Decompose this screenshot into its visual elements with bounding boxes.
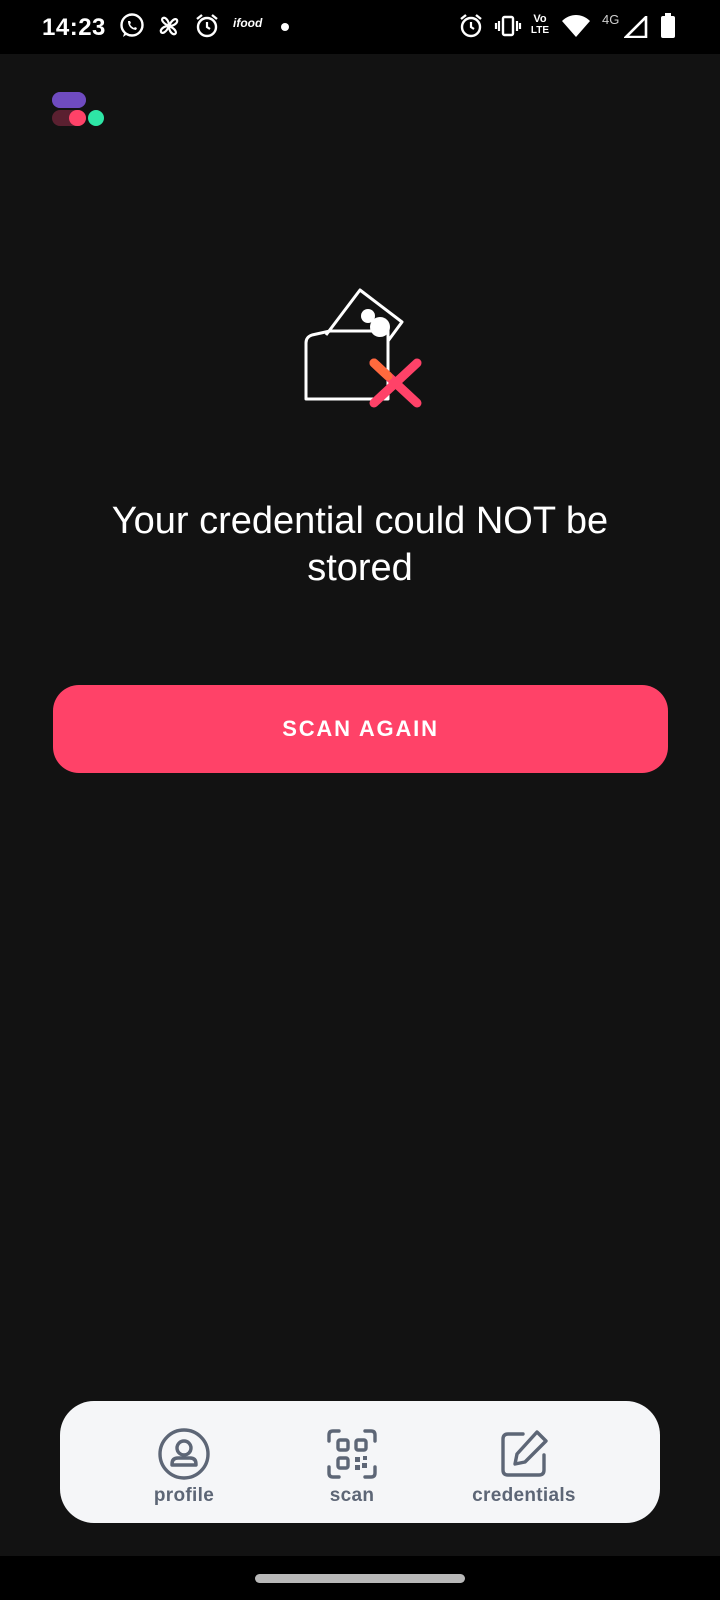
error-message: Your credential could NOT be stored: [111, 500, 609, 589]
app-screen: [0, 54, 720, 1556]
nav-label-scan: scan: [329, 1485, 375, 1506]
bottom-nav: profile scan credentials: [60, 1401, 660, 1523]
signal-icon: [624, 16, 648, 38]
alarm-icon: [196, 14, 218, 38]
system-navigation-bar: [0, 1556, 720, 1600]
scan-again-button[interactable]: SCAN AGAIN: [53, 685, 668, 773]
app-logo: [52, 92, 104, 126]
profile-icon: [158, 1428, 210, 1480]
network-type-label: 4G: [602, 12, 620, 27]
nav-label-credentials: credentials: [472, 1485, 576, 1506]
battery-icon: [661, 13, 675, 38]
nav-item-credentials[interactable]: credentials: [444, 1401, 604, 1523]
fan-icon: [159, 16, 179, 36]
status-bar: 14:23 ifood Vo LTE 4G: [0, 0, 720, 54]
nav-item-scan[interactable]: scan: [272, 1401, 432, 1523]
nav-item-profile[interactable]: profile: [104, 1401, 264, 1523]
wallet-error-icon: [304, 288, 422, 408]
ifood-icon: ifood: [233, 16, 263, 30]
edit-icon: [501, 1430, 548, 1477]
alarm-icon: [460, 14, 482, 38]
home-gesture-handle[interactable]: [255, 1574, 465, 1583]
vibrate-icon: [494, 15, 522, 37]
whatsapp-icon: [120, 13, 144, 37]
volte-icon: Vo LTE: [530, 13, 550, 36]
nav-label-profile: profile: [153, 1485, 215, 1506]
wifi-icon: [562, 15, 590, 37]
qr-code-icon: [327, 1429, 377, 1479]
status-time: 14:23: [42, 14, 106, 41]
dot-icon: [281, 23, 289, 31]
